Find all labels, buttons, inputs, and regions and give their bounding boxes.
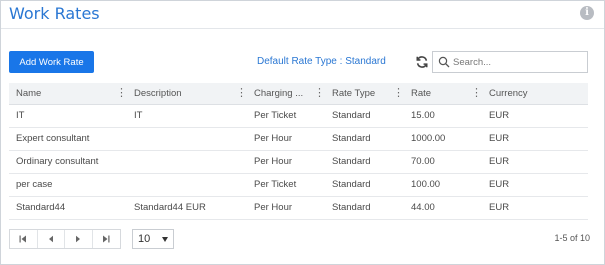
cell-rate: 70.00 — [404, 150, 482, 174]
pagination-controls — [9, 229, 121, 249]
table-header-row: Name ⋮ Description ⋮ Charging ... ⋮ Rate Ty… — [9, 83, 588, 105]
page-title: Work Rates — [9, 4, 100, 23]
add-work-rate-button[interactable]: Add Work Rate — [9, 51, 94, 73]
column-header-currency[interactable]: Currency — [482, 83, 588, 105]
pagination-range: 1-5 of 10 — [554, 233, 590, 243]
cell-rate: 1000.00 — [404, 127, 482, 151]
table-row[interactable]: per case Per Ticket Standard 100.00 EUR — [9, 173, 588, 197]
column-header-rate-type[interactable]: Rate Type ⋮ — [325, 83, 404, 105]
cell-name: Expert consultant — [9, 127, 127, 151]
table-row[interactable]: Ordinary consultant Per Hour Standard 70… — [9, 150, 588, 174]
column-header-charging[interactable]: Charging ... ⋮ — [247, 83, 325, 105]
cell-rate-type: Standard — [325, 104, 404, 128]
page-size-select[interactable]: 10 — [132, 229, 174, 249]
work-rates-table: Name ⋮ Description ⋮ Charging ... ⋮ Rate Ty… — [9, 83, 588, 220]
cell-rate-type: Standard — [325, 150, 404, 174]
toolbar: Add Work Rate Default Rate Type : Standa… — [1, 51, 604, 73]
cell-rate-type: Standard — [325, 196, 404, 220]
column-header-name[interactable]: Name ⋮ — [9, 83, 127, 105]
cell-name: Standard44 — [9, 196, 127, 220]
panel-header: Work Rates i — [1, 1, 604, 29]
cell-rate: 100.00 — [404, 173, 482, 197]
cell-currency: EUR — [482, 173, 588, 197]
cell-currency: EUR — [482, 150, 588, 174]
cell-charging: Per Hour — [247, 196, 325, 220]
cell-currency: EUR — [482, 127, 588, 151]
cell-charging: Per Hour — [247, 150, 325, 174]
cell-rate: 15.00 — [404, 104, 482, 128]
first-page-icon[interactable] — [10, 230, 38, 248]
default-rate-type-link[interactable]: Default Rate Type : Standard — [257, 56, 386, 67]
cell-description — [127, 150, 247, 174]
column-menu-icon[interactable]: ⋮ — [471, 87, 482, 100]
cell-description: IT — [127, 104, 247, 128]
cell-rate-type: Standard — [325, 127, 404, 151]
column-menu-icon[interactable]: ⋮ — [314, 87, 325, 100]
cell-name: Ordinary consultant — [9, 150, 127, 174]
last-page-icon[interactable] — [93, 230, 120, 248]
column-menu-icon[interactable]: ⋮ — [393, 87, 404, 100]
cell-description — [127, 127, 247, 151]
chevron-down-icon — [162, 237, 168, 242]
page-size-value: 10 — [138, 233, 151, 245]
table-row[interactable]: IT IT Per Ticket Standard 15.00 EUR — [9, 104, 588, 128]
cell-charging: Per Hour — [247, 127, 325, 151]
cell-description — [127, 173, 247, 197]
cell-charging: Per Ticket — [247, 173, 325, 197]
column-menu-icon[interactable]: ⋮ — [116, 87, 127, 100]
table-row[interactable]: Standard44 Standard44 EUR Per Hour Stand… — [9, 196, 588, 220]
work-rates-panel: Work Rates i Add Work Rate Default Rate … — [0, 0, 605, 265]
cell-currency: EUR — [482, 196, 588, 220]
next-page-icon[interactable] — [65, 230, 93, 248]
search-icon — [438, 56, 450, 68]
cell-name: IT — [9, 104, 127, 128]
cell-rate-type: Standard — [325, 173, 404, 197]
search-input[interactable] — [453, 54, 583, 70]
cell-name: per case — [9, 173, 127, 197]
cell-rate: 44.00 — [404, 196, 482, 220]
cell-description: Standard44 EUR — [127, 196, 247, 220]
column-menu-icon[interactable]: ⋮ — [236, 87, 247, 100]
search-box — [432, 51, 588, 73]
refresh-icon[interactable] — [415, 55, 429, 69]
prev-page-icon[interactable] — [38, 230, 65, 248]
info-icon[interactable]: i — [580, 6, 594, 20]
cell-charging: Per Ticket — [247, 104, 325, 128]
column-header-rate[interactable]: Rate ⋮ — [404, 83, 482, 105]
cell-currency: EUR — [482, 104, 588, 128]
table-row[interactable]: Expert consultant Per Hour Standard 1000… — [9, 127, 588, 151]
column-header-description[interactable]: Description ⋮ — [127, 83, 247, 105]
